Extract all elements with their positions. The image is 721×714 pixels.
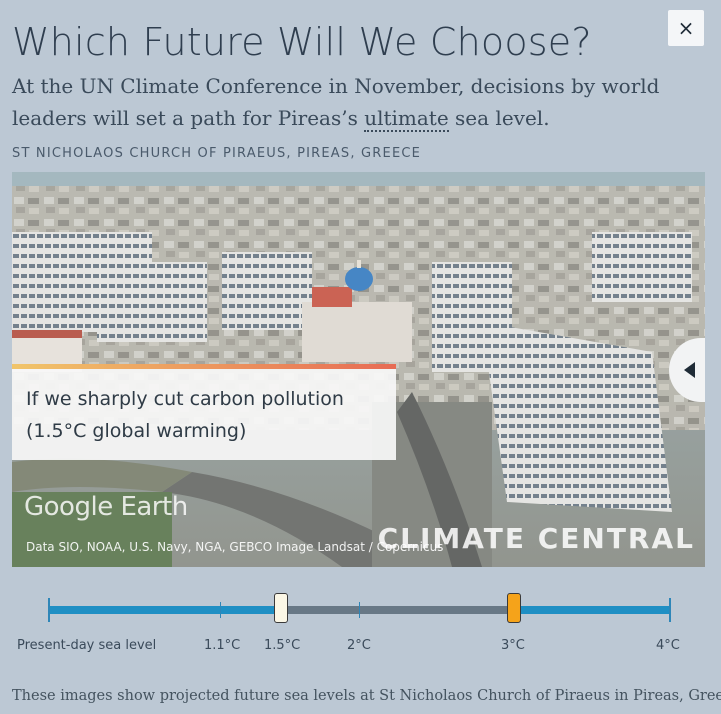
close-button[interactable]: × bbox=[668, 10, 704, 46]
subtitle: At the UN Climate Conference in November… bbox=[12, 70, 662, 134]
track-active-right[interactable] bbox=[514, 606, 670, 614]
tick-2 bbox=[359, 602, 360, 618]
label-2[interactable]: 2°C bbox=[347, 638, 371, 653]
label-1-5[interactable]: 1.5°C bbox=[264, 638, 300, 653]
tick-present bbox=[48, 598, 50, 622]
close-icon: × bbox=[677, 16, 695, 40]
label-4[interactable]: 4°C bbox=[656, 638, 680, 653]
image-caption: These images show projected future sea l… bbox=[12, 688, 721, 704]
tick-4 bbox=[669, 598, 671, 622]
subtitle-text-start: At the UN Climate Conference in November… bbox=[12, 74, 660, 130]
climate-central-watermark: CLIMATE CENTRAL bbox=[377, 522, 695, 555]
subtitle-text-end: sea level. bbox=[448, 106, 550, 130]
slider-handle-3[interactable] bbox=[507, 593, 521, 623]
label-1-1[interactable]: 1.1°C bbox=[204, 638, 240, 653]
projection-image: If we sharply cut carbon pollution (1.5°… bbox=[12, 172, 705, 567]
triangle-left-icon bbox=[684, 362, 695, 378]
tick-1-1 bbox=[220, 602, 221, 618]
page-title: Which Future Will We Choose? bbox=[12, 20, 592, 64]
label-3[interactable]: 3°C bbox=[501, 638, 525, 653]
track-active-left[interactable] bbox=[49, 606, 282, 614]
scenario-overlay-label: If we sharply cut carbon pollution (1.5°… bbox=[12, 364, 396, 460]
location-label: ST NICHOLAOS CHURCH OF PIRAEUS, PIREAS, … bbox=[12, 146, 422, 161]
ultimate-tooltip-link[interactable]: ultimate bbox=[364, 106, 449, 132]
slider-handle-1-5[interactable] bbox=[274, 593, 288, 623]
track-inactive[interactable] bbox=[282, 606, 514, 614]
warming-scenario-slider[interactable]: Present-day sea level 1.1°C 1.5°C 2°C 3°… bbox=[0, 590, 721, 660]
google-earth-logo: Google Earth bbox=[24, 492, 188, 522]
label-present-day[interactable]: Present-day sea level bbox=[17, 638, 156, 653]
